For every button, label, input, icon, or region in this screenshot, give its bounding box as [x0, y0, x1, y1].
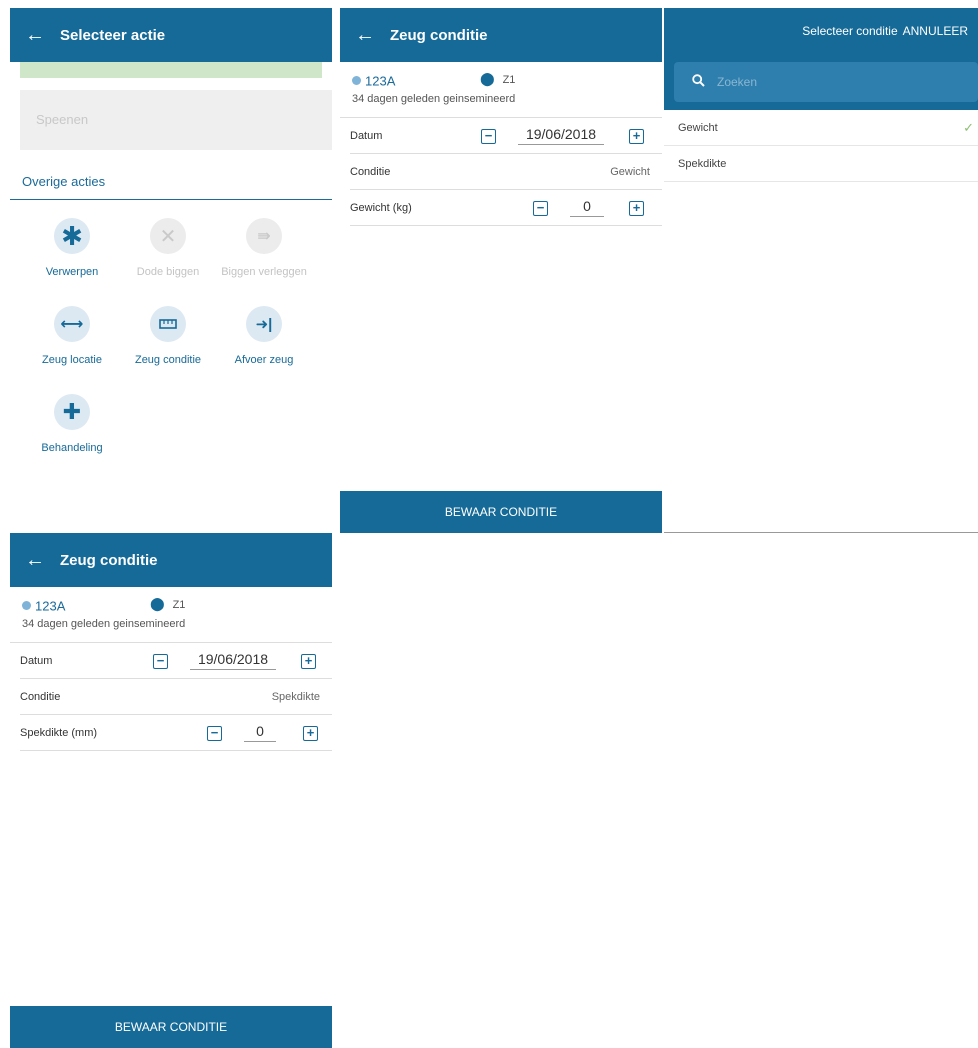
app-bar: ← Zeug conditie	[10, 533, 332, 587]
screen-title: Selecteer conditie	[802, 24, 898, 38]
animal-subtitle: 34 dagen geleden geinsemineerd	[352, 93, 516, 105]
location-value: Z1	[172, 599, 186, 611]
weight-row: Gewicht (kg) − 0 +	[350, 190, 662, 226]
app-bar: Selecteer conditie ANNULEER	[664, 8, 978, 54]
screen-title: Selecteer actie	[60, 26, 166, 44]
action-label: Zeug conditie	[134, 354, 202, 366]
action-dode-biggen: ✕ Dode biggen	[120, 218, 216, 294]
status-dot-icon	[352, 76, 361, 86]
action-verwerpen[interactable]: ✱ Verwerpen	[24, 218, 120, 294]
option-gewicht[interactable]: Gewicht ✓	[664, 110, 978, 146]
backfat-row: Spekdikte (mm) − 0 +	[20, 715, 332, 751]
action-label: Zeug locatie	[42, 354, 102, 366]
animal-tag: 123A	[35, 598, 66, 614]
weight-minus-icon[interactable]: −	[533, 201, 548, 216]
action-label: Biggen verleggen	[221, 266, 307, 278]
option-label: Spekdikte	[678, 157, 727, 170]
animal-subtitle: 34 dagen geleden geinsemineerd	[22, 618, 186, 630]
speenen-action: Speenen	[20, 90, 332, 150]
date-label: Datum	[350, 129, 383, 142]
animal-location: ⬤ Z1	[480, 71, 515, 87]
weight-value[interactable]: 0	[570, 198, 604, 217]
search-box	[674, 62, 978, 102]
ruler-icon	[150, 306, 186, 342]
search-area	[664, 54, 978, 110]
checkmark-icon: ✓	[963, 119, 974, 135]
date-plus-icon[interactable]: +	[629, 129, 644, 144]
plus-icon: ✚	[54, 394, 90, 430]
condition-label: Conditie	[350, 165, 391, 178]
date-row: Datum − 19/06/2018 +	[20, 643, 332, 679]
cancel-button[interactable]: ANNULEER	[903, 24, 968, 38]
double-arrow-right-icon: ⇛	[246, 218, 282, 254]
backfat-value[interactable]: 0	[244, 723, 276, 742]
date-plus-icon[interactable]: +	[301, 654, 316, 669]
animal-location: ⬤ Z1	[150, 596, 185, 612]
action-label: Verwerpen	[45, 266, 99, 278]
option-label: Gewicht	[678, 121, 718, 134]
actions-grid: ✱ Verwerpen ✕ Dode biggen ⇛ Biggen verle…	[10, 200, 332, 470]
action-zeug-conditie[interactable]: Zeug conditie	[120, 306, 216, 382]
green-action-strip[interactable]	[20, 62, 322, 78]
status-dot-icon	[22, 601, 31, 611]
option-spekdikte[interactable]: Spekdikte	[664, 146, 978, 182]
asterisk-icon: ✱	[54, 218, 90, 254]
location-pin-icon: ⬤	[480, 71, 495, 86]
horizontal-arrows-icon: ⟷	[54, 306, 90, 342]
search-input[interactable]	[717, 75, 917, 89]
date-value[interactable]: 19/06/2018	[190, 651, 276, 670]
action-label: Dode biggen	[136, 266, 200, 278]
back-arrow-icon[interactable]: ←	[340, 8, 390, 62]
condition-screen-weight: ← Zeug conditie 123A ⬤ Z1 34 dagen gelede…	[340, 8, 662, 533]
date-row: Datum − 19/06/2018 +	[350, 118, 662, 154]
save-condition-button[interactable]: BEWAAR CONDITIE	[10, 1006, 332, 1048]
backfat-minus-icon[interactable]: −	[207, 726, 222, 741]
animal-info: 123A ⬤ Z1 34 dagen geleden geinsemineerd	[340, 62, 662, 118]
condition-row[interactable]: Conditie Gewicht	[350, 154, 662, 190]
condition-screen-backfat: ← Zeug conditie 123A ⬤ Z1 34 dagen gelede…	[10, 533, 332, 1048]
close-icon: ✕	[150, 218, 186, 254]
screen-title: Zeug conditie	[390, 26, 488, 44]
condition-row[interactable]: Conditie Spekdikte	[20, 679, 332, 715]
animal-tag: 123A	[365, 73, 396, 89]
condition-label: Conditie	[20, 690, 61, 703]
date-value[interactable]: 19/06/2018	[518, 126, 604, 145]
location-value: Z1	[502, 74, 516, 86]
condition-value: Gewicht	[610, 165, 650, 178]
select-action-screen: ← Selecteer actie Speenen Overige acties…	[10, 8, 332, 528]
weight-plus-icon[interactable]: +	[629, 201, 644, 216]
backfat-plus-icon[interactable]: +	[303, 726, 318, 741]
save-condition-button[interactable]: BEWAAR CONDITIE	[340, 491, 662, 533]
condition-value: Spekdikte	[271, 690, 320, 703]
action-zeug-locatie[interactable]: ⟷ Zeug locatie	[24, 306, 120, 382]
back-arrow-icon[interactable]: ←	[10, 8, 60, 62]
back-arrow-icon[interactable]: ←	[10, 533, 60, 587]
action-label: Behandeling	[41, 442, 103, 454]
app-bar: ← Selecteer actie	[10, 8, 332, 62]
section-header-overige-acties: Overige acties	[10, 174, 332, 200]
search-icon	[692, 74, 705, 90]
weight-label: Gewicht (kg)	[350, 201, 412, 214]
date-minus-icon[interactable]: −	[153, 654, 168, 669]
location-pin-icon: ⬤	[150, 596, 165, 611]
date-minus-icon[interactable]: −	[481, 129, 496, 144]
action-afvoer-zeug[interactable]: ➜| Afvoer zeug	[216, 306, 312, 382]
screen-title: Zeug conditie	[60, 551, 158, 569]
action-biggen-verleggen: ⇛ Biggen verleggen	[216, 218, 312, 294]
action-behandeling[interactable]: ✚ Behandeling	[24, 394, 120, 470]
select-condition-screen: Selecteer conditie ANNULEER Gewicht ✓ Sp…	[664, 8, 978, 533]
animal-info: 123A ⬤ Z1 34 dagen geleden geinsemineerd	[10, 587, 332, 643]
arrow-to-bar-icon: ➜|	[246, 306, 282, 342]
app-bar: ← Zeug conditie	[340, 8, 662, 62]
action-label: Afvoer zeug	[234, 354, 294, 366]
